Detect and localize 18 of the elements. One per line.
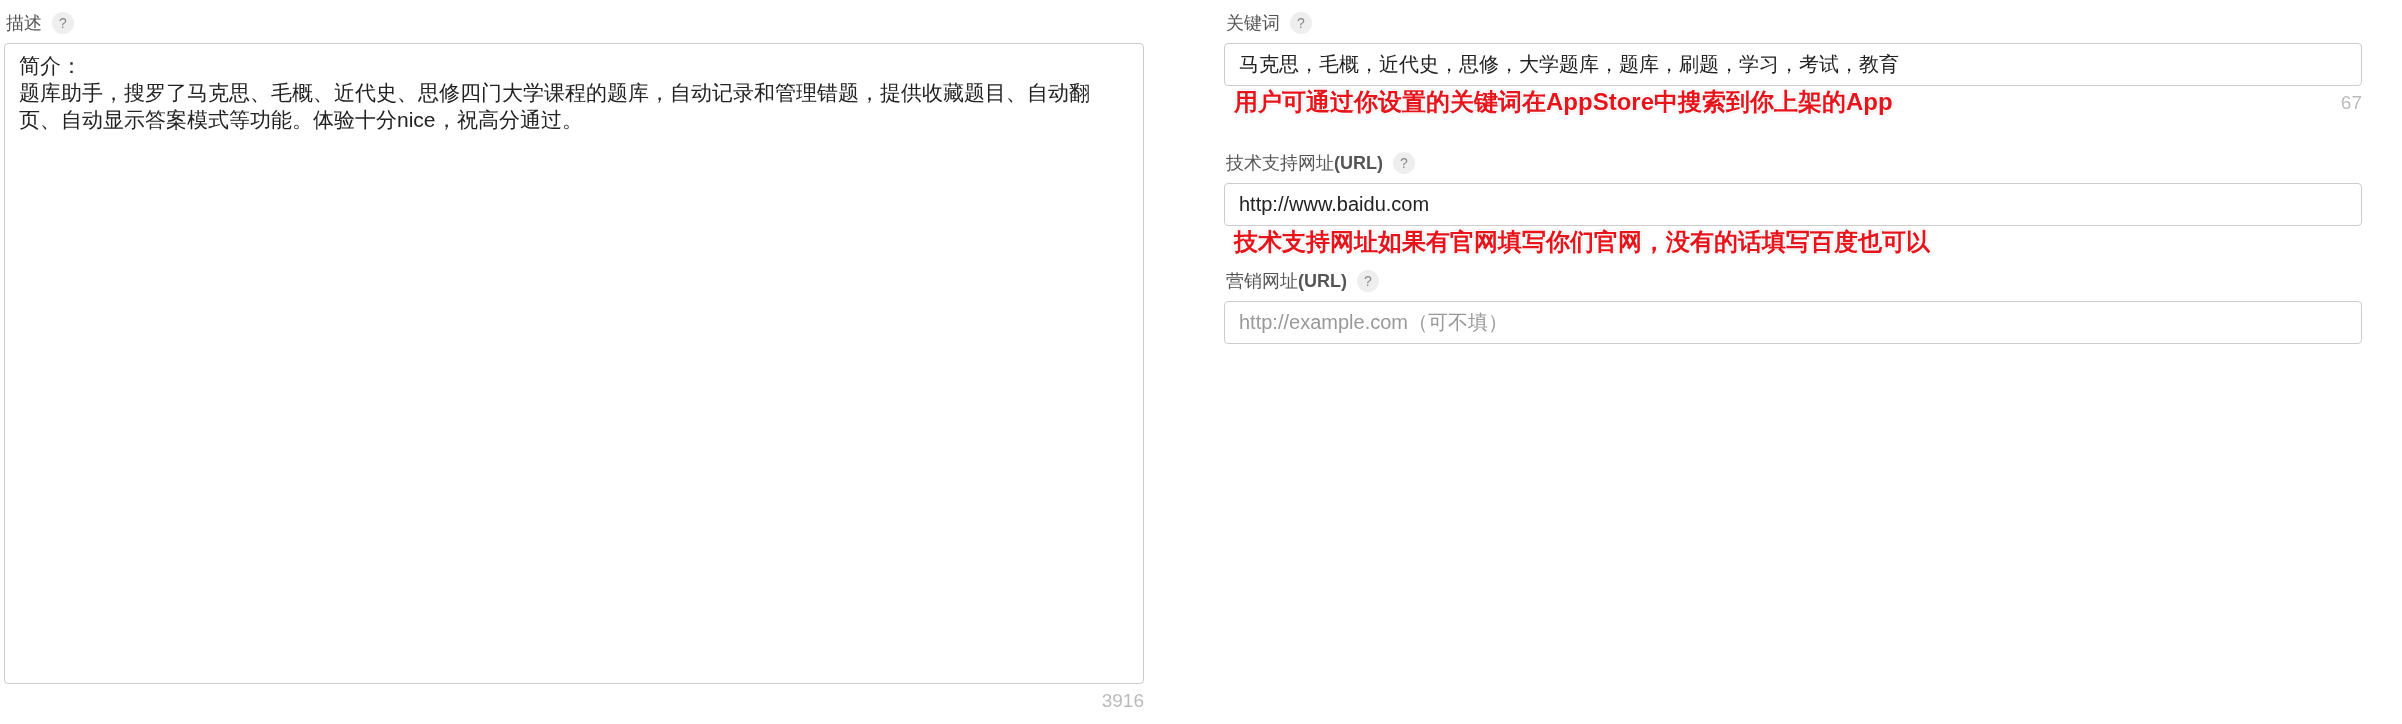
annotation-text: 技术支持网址如果有官网填写你们官网，没有的话填写百度也可以 [1234,227,1930,257]
description-title: 简介： [19,53,83,79]
text-input[interactable]: http://www.baidu.com [1224,183,2362,226]
text-input[interactable]: http://example.com（可不填） [1224,301,2362,344]
text-input[interactable]: 马克思，毛概，近代史，思修，大学题库，题库，刷题，学习，考试，教育 [1224,43,2362,86]
field-label: 营销网址(URL) [1226,270,1347,293]
help-icon[interactable]: ? [1290,12,1312,34]
field-label: 关键词 [1226,12,1280,35]
character-count: 67 [2340,92,2362,114]
field-label: 描述 [6,12,42,35]
description-text: 题库助手，搜罗了马克思、毛概、近代史、思修四门大学课程的题库，自动记录和管理错题，提供收藏题目、自动翻页、自动显示答案模式等功能。体验十分nice，祝高分通过。 [19,80,1091,133]
help-icon[interactable]: ? [1393,152,1415,174]
description-textarea[interactable]: 简介： 题库助手，搜罗了马克思、毛概、近代史、思修四门大学课程的题库，自动记录和管理错题，提供收藏题目、自动翻页、自动显示答案模式等功能。体验十分nice，祝高分通过。 [4,43,1144,684]
help-icon[interactable]: ? [52,12,74,34]
field-label: 技术支持网址(URL) [1226,152,1383,175]
help-icon[interactable]: ? [1357,270,1379,292]
annotation-text: 用户可通过你设置的关键词在AppStore中搜索到你上架的App [1234,87,1893,117]
character-count: 3916 [1101,690,1144,711]
